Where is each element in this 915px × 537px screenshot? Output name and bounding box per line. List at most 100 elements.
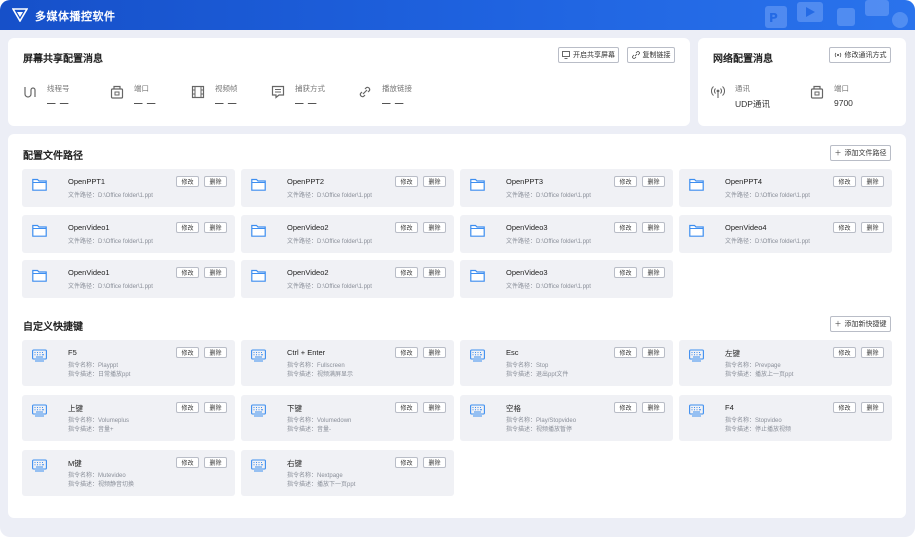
hotkey-description-text: 退出ppt文件: [536, 372, 569, 378]
edit-button[interactable]: 修改: [395, 176, 418, 187]
hotkey-description: 指令描述：视频满屏显示: [287, 369, 353, 378]
port-icon: [810, 85, 824, 99]
main-card: 配置文件路径 ＋ 添加文件路径 OpenPPT1 文件路径：D:\Office f…: [8, 134, 906, 518]
hotkey-key: 空格: [506, 404, 521, 413]
field-video-frame: 视频帧 — —: [191, 83, 238, 108]
delete-button[interactable]: 删除: [861, 222, 884, 233]
folder-icon: [251, 224, 266, 237]
hotkey-tile: Ctrl + Enter 指令名称：Fullscreen 指令描述：视频满屏显示 修改…: [241, 340, 454, 386]
port-icon: [110, 85, 124, 99]
start-share-button[interactable]: 开启共享屏幕: [558, 47, 619, 63]
edit-button[interactable]: 修改: [833, 347, 856, 358]
hotkey-description: 指令描述：日常播放ppt: [68, 369, 130, 378]
hotkey-description: 指令描述：停止播放视频: [725, 424, 791, 433]
edit-button[interactable]: 修改: [176, 176, 199, 187]
delete-button[interactable]: 删除: [861, 176, 884, 187]
edit-button[interactable]: 修改: [176, 222, 199, 233]
path-prefix: 文件路径：: [68, 239, 99, 245]
hotkey-description-prefix: 指令描述：: [68, 482, 99, 488]
edit-button[interactable]: 修改: [614, 176, 637, 187]
folder-icon: [689, 178, 704, 191]
path-text: D:\Office folder\1.ppt: [755, 193, 810, 199]
edit-button[interactable]: 修改: [395, 457, 418, 468]
hotkey-description-prefix: 指令描述：: [506, 427, 537, 433]
delete-button[interactable]: 删除: [204, 402, 227, 413]
path-tile: OpenVideo4 文件路径：D:\Office folder\1.ppt 修改删…: [679, 215, 892, 253]
path-name: OpenVideo1: [68, 223, 110, 232]
paths-title: 配置文件路径: [23, 151, 83, 162]
edit-button[interactable]: 修改: [833, 176, 856, 187]
path-text: D:\Office folder\1.ppt: [755, 239, 810, 245]
path-prefix: 文件路径：: [68, 284, 99, 290]
edit-button[interactable]: 修改: [833, 222, 856, 233]
keyboard-icon: [32, 404, 47, 417]
path-prefix: 文件路径：: [287, 284, 318, 290]
delete-button[interactable]: 删除: [642, 402, 665, 413]
delete-button[interactable]: 删除: [423, 267, 446, 278]
field-net-port: 端口 9700: [810, 83, 853, 108]
edit-button[interactable]: 修改: [176, 402, 199, 413]
path-value: 文件路径：D:\Office folder\1.ppt: [725, 236, 810, 245]
path-tile: OpenVideo1 文件路径：D:\Office folder\1.ppt 修改删…: [22, 260, 235, 298]
hotkey-key: Ctrl + Enter: [287, 348, 326, 357]
hotkey-description-prefix: 指令描述：: [725, 427, 756, 433]
edit-button[interactable]: 修改: [395, 347, 418, 358]
delete-button[interactable]: 删除: [861, 347, 884, 358]
path-value: 文件路径：D:\Office folder\1.ppt: [287, 281, 372, 290]
delete-button[interactable]: 删除: [423, 222, 446, 233]
edit-button[interactable]: 修改: [614, 347, 637, 358]
delete-button[interactable]: 删除: [642, 222, 665, 233]
hotkey-description-prefix: 指令描述：: [287, 372, 318, 378]
hotkey-key: Esc: [506, 348, 519, 357]
delete-button[interactable]: 删除: [423, 457, 446, 468]
change-comm-button[interactable]: 修改通讯方式: [829, 47, 891, 63]
edit-button[interactable]: 修改: [176, 267, 199, 278]
copy-link-button[interactable]: 复制链接: [627, 47, 675, 63]
delete-button[interactable]: 删除: [861, 402, 884, 413]
delete-button[interactable]: 删除: [642, 347, 665, 358]
delete-button[interactable]: 删除: [423, 402, 446, 413]
path-tile: OpenPPT1 文件路径：D:\Office folder\1.ppt 修改 删除: [22, 169, 235, 207]
edit-button[interactable]: 修改: [614, 222, 637, 233]
signal-icon: [711, 86, 725, 98]
hotkey-tile: F4 指令名称：Stopvideo 指令描述：停止播放视频 修改 删除: [679, 395, 892, 441]
delete-button[interactable]: 删除: [204, 267, 227, 278]
edit-button[interactable]: 修改: [614, 402, 637, 413]
add-hotkey-button[interactable]: ＋ 添加新快捷键: [830, 316, 891, 332]
hotkey-description-text: 音量-: [317, 427, 332, 433]
app-logo-icon: [12, 8, 28, 22]
path-prefix: 文件路径：: [287, 193, 318, 199]
path-text: D:\Office folder\1.ppt: [317, 284, 372, 290]
edit-button[interactable]: 修改: [176, 347, 199, 358]
edit-button[interactable]: 修改: [833, 402, 856, 413]
field-play-link: 播放链接 — —: [358, 83, 412, 108]
hotkey-description-text: 视频播放暂停: [536, 427, 573, 433]
thread-icon: [24, 87, 36, 98]
delete-button[interactable]: 删除: [204, 347, 227, 358]
app-window: 多媒体播控软件 P 屏幕共享配置消息 开启共享屏幕 复制链接 线程号 — — 端口: [0, 0, 915, 537]
path-value: 文件路径：D:\Office folder\1.ppt: [287, 190, 372, 199]
folder-icon: [32, 178, 47, 191]
delete-button[interactable]: 删除: [204, 222, 227, 233]
header-decoration-icon: P: [765, 0, 908, 28]
delete-button[interactable]: 删除: [204, 176, 227, 187]
delete-button[interactable]: 删除: [642, 176, 665, 187]
path-tile: OpenVideo3 文件路径：D:\Office folder\1.ppt 修改删…: [460, 215, 673, 253]
path-prefix: 文件路径：: [725, 193, 756, 199]
add-path-button[interactable]: ＋ 添加文件路径: [830, 145, 891, 161]
delete-button[interactable]: 删除: [204, 457, 227, 468]
edit-button[interactable]: 修改: [395, 402, 418, 413]
path-value: 文件路径：D:\Office folder\1.ppt: [68, 236, 153, 245]
delete-button[interactable]: 删除: [423, 347, 446, 358]
delete-button[interactable]: 删除: [642, 267, 665, 278]
delete-button[interactable]: 删除: [423, 176, 446, 187]
edit-button[interactable]: 修改: [176, 457, 199, 468]
path-tile: OpenVideo2 文件路径：D:\Office folder\1.ppt 修改删…: [241, 260, 454, 298]
hotkey-description: 指令描述：音量-: [287, 424, 331, 433]
edit-button[interactable]: 修改: [395, 267, 418, 278]
path-tile: OpenVideo1 文件路径：D:\Office folder\1.ppt 修改删…: [22, 215, 235, 253]
edit-button[interactable]: 修改: [614, 267, 637, 278]
edit-button[interactable]: 修改: [395, 222, 418, 233]
path-tile: OpenVideo3 文件路径：D:\Office folder\1.ppt 修改删…: [460, 260, 673, 298]
path-text: D:\Office folder\1.ppt: [98, 284, 153, 290]
